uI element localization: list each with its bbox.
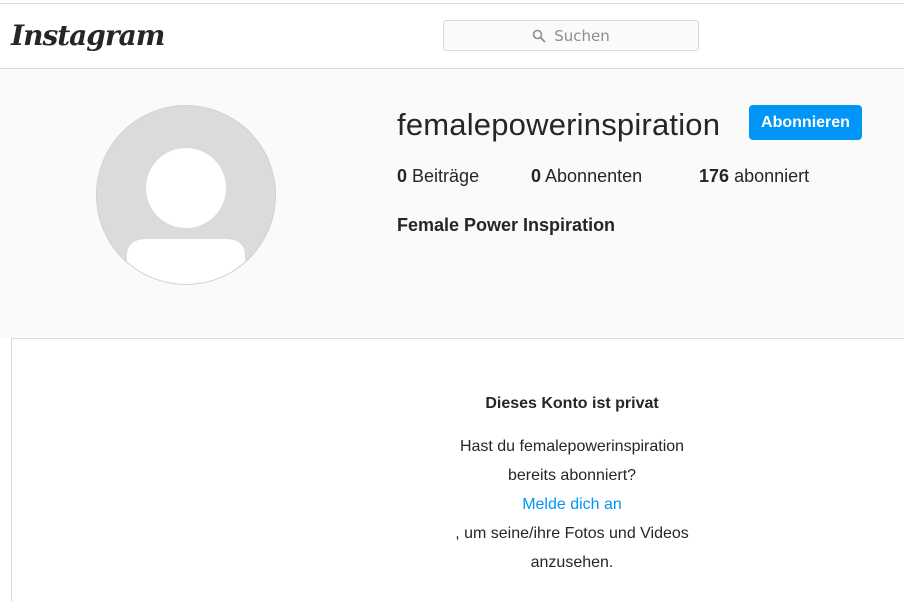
login-link[interactable]: Melde dich an [422, 494, 722, 516]
stat-posts: 0 Beiträge [397, 165, 479, 187]
stat-following: 176 abonniert [699, 165, 809, 187]
search-placeholder: Suchen [554, 26, 610, 45]
private-text-line-1: Hast du femalepowerinspiration [459, 438, 685, 455]
profile-full-name: Female Power Inspiration [397, 215, 616, 235]
private-text-line-3: , um seine/ihre Fotos und Videos [455, 525, 689, 542]
search-icon [532, 29, 546, 43]
private-title: Dieses Konto ist privat [485, 395, 659, 412]
following-label: abonniert [734, 166, 810, 186]
posts-label: Beiträge [412, 166, 480, 186]
profile-header: femalepowerinspiration Abonnieren 0 Beit… [0, 69, 904, 338]
followers-label: Abonnenten [545, 166, 643, 186]
follow-button[interactable]: Abonnieren [749, 105, 862, 140]
profile-username: femalepowerinspiration [397, 107, 721, 142]
search-input[interactable]: Suchen [443, 20, 699, 51]
private-text-line-4: anzusehen. [530, 554, 614, 571]
instagram-logo[interactable]: Instagram [11, 18, 165, 54]
posts-count: 0 [397, 166, 408, 186]
default-avatar-icon [96, 105, 276, 285]
stat-followers: 0 Abonnenten [531, 165, 642, 187]
private-text-line-2: bereits abonniert? [507, 467, 637, 484]
private-account-panel: Dieses Konto ist privat Hast du femalepo… [11, 338, 904, 602]
following-count: 176 [699, 166, 730, 186]
followers-count: 0 [531, 166, 542, 186]
top-nav-bar: Instagram Suchen [0, 4, 904, 69]
